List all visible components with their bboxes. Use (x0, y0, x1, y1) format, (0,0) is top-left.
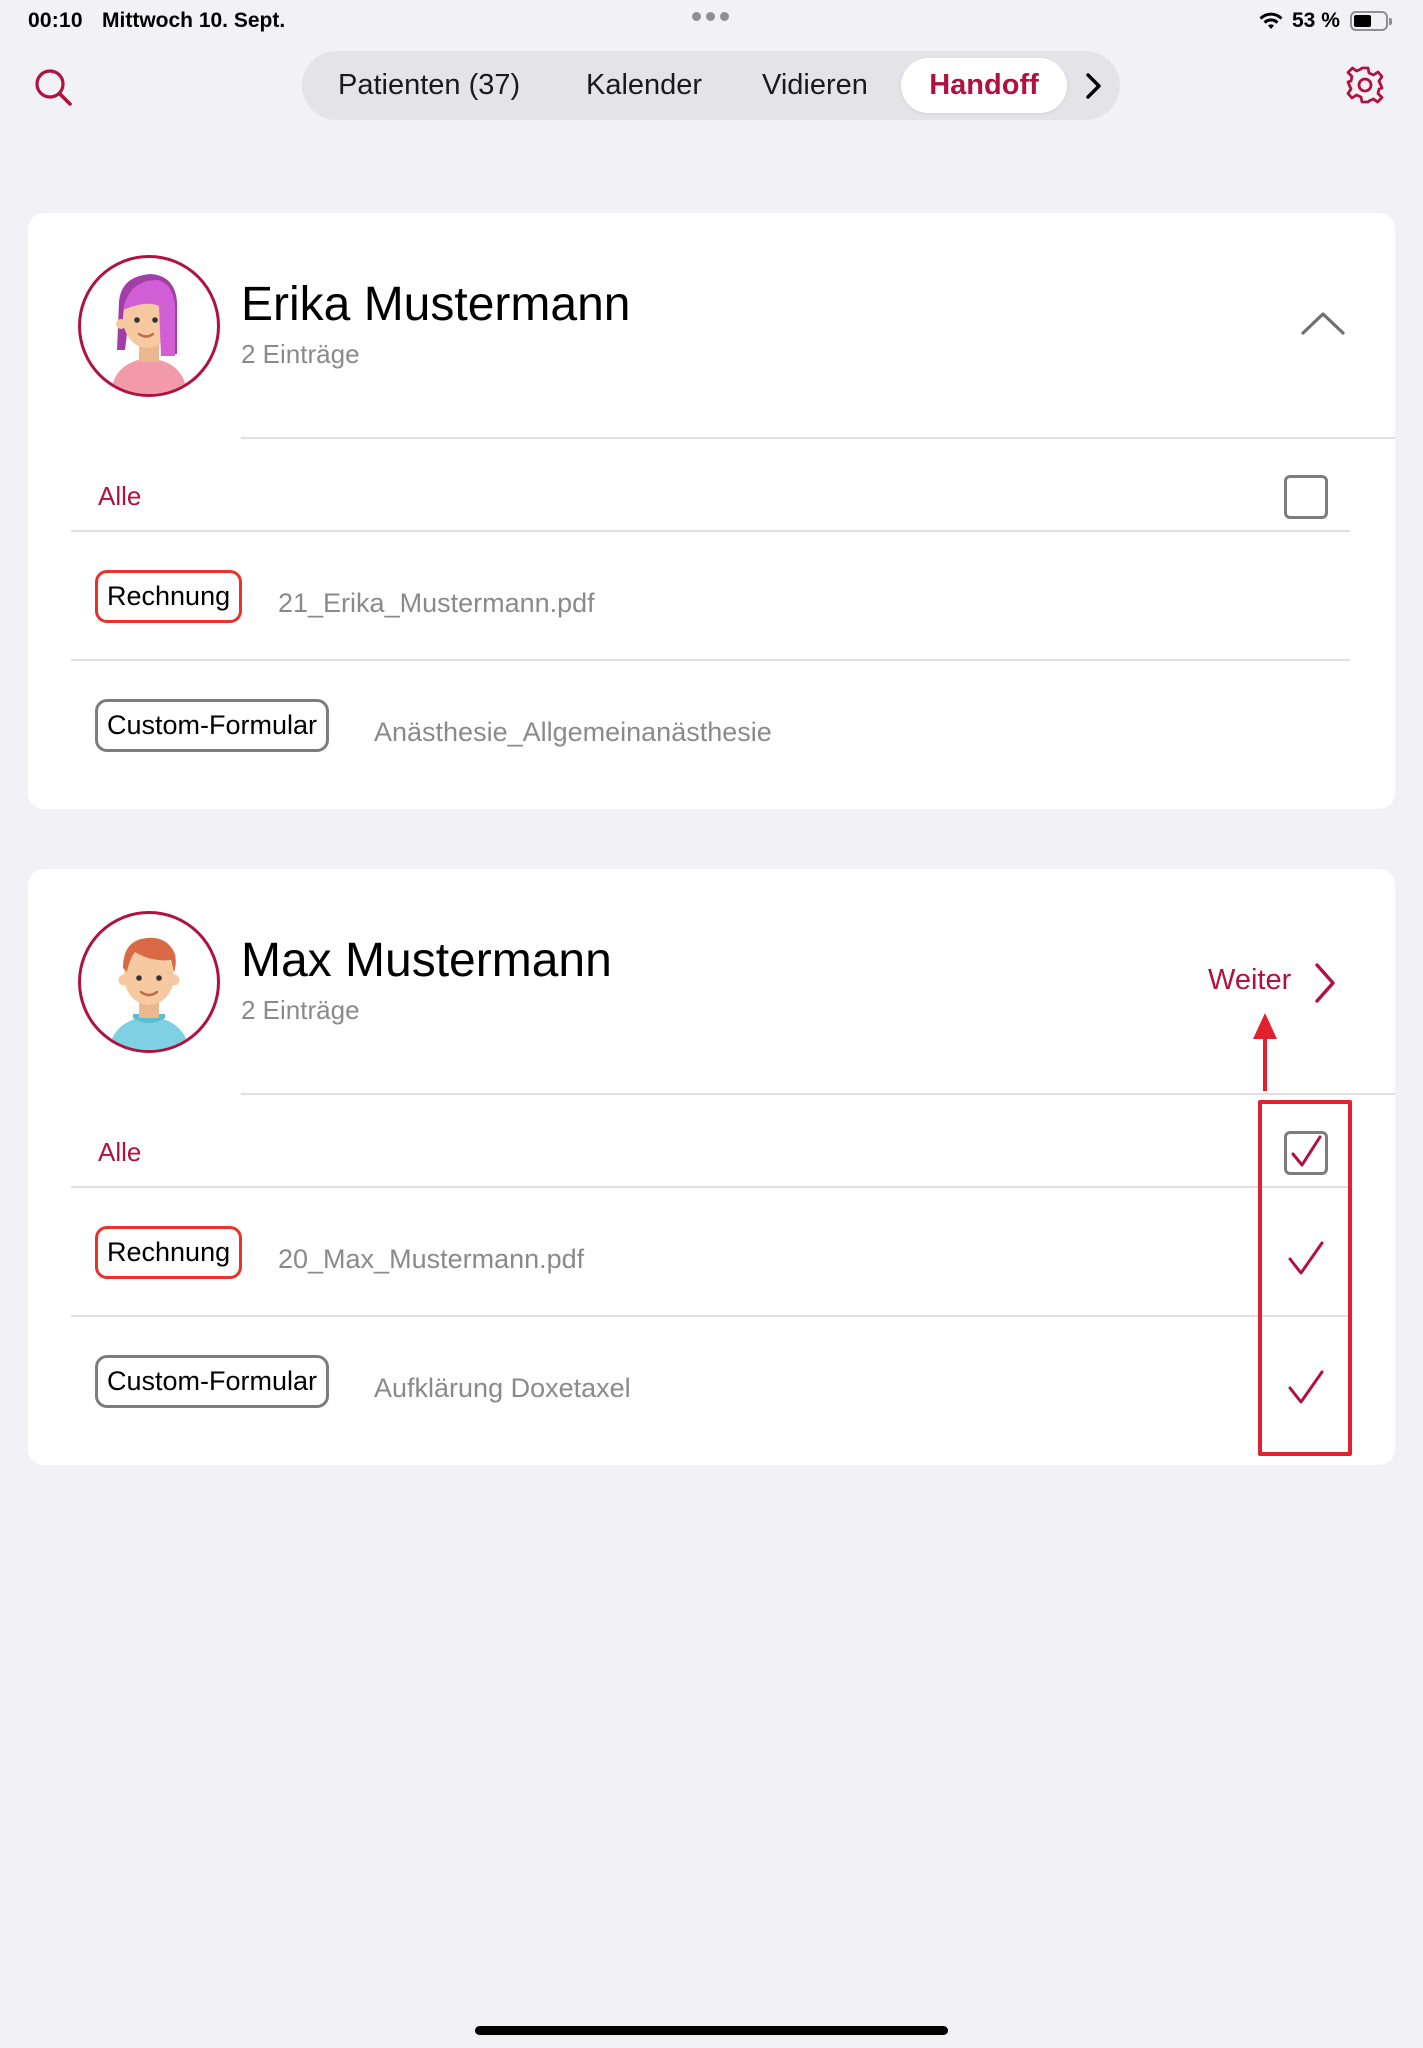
avatar (78, 255, 220, 397)
chevron-right-icon[interactable] (1080, 71, 1108, 101)
entry-filename[interactable]: 20_Max_Mustermann.pdf (278, 1244, 584, 1275)
home-indicator[interactable] (475, 2026, 948, 2035)
avatar (78, 911, 220, 1053)
divider (71, 530, 1350, 532)
entry-filename[interactable]: Aufklärung Doxetaxel (374, 1373, 631, 1404)
divider (241, 437, 1395, 439)
multitasking-dots-icon[interactable] (692, 12, 729, 21)
entry-tag-rechnung: Rechnung (95, 1226, 243, 1279)
entry-count: 2 Einträge (241, 995, 360, 1025)
entry-tag-custom-formular: Custom-Formular (95, 1355, 330, 1408)
patient-name: Max Mustermann (241, 934, 612, 987)
tab-patienten[interactable]: Patienten (37) (338, 51, 520, 120)
select-all-label[interactable]: Alle (98, 1137, 141, 1168)
status-bar: 00:10 Mittwoch 10. Sept. 53 % (0, 0, 1423, 44)
divider (241, 1093, 1395, 1095)
search-button[interactable] (32, 66, 76, 110)
select-all-label[interactable]: Alle (98, 481, 141, 512)
entry-tag-rechnung: Rechnung (95, 570, 243, 623)
select-all-checkbox[interactable] (1284, 475, 1328, 519)
weiter-button[interactable]: Weiter (1208, 964, 1291, 997)
patient-name: Erika Mustermann (241, 278, 631, 331)
avatar-female-image (111, 274, 187, 394)
avatar-male-image (109, 937, 189, 1050)
chevron-right-icon[interactable] (1313, 961, 1337, 1005)
gear-icon (1346, 66, 1384, 104)
patient-card: Max Mustermann 2 Einträge Weiter Alle Re… (28, 869, 1395, 1465)
battery-percentage: 53 % (1292, 9, 1340, 32)
entry-tag-custom-formular: Custom-Formular (95, 699, 330, 752)
annotation-arrow-icon (1253, 1013, 1277, 1091)
entry-filename[interactable]: Anästhesie_Allgemeinanästhesie (374, 717, 772, 748)
status-date: Mittwoch 10. Sept. (102, 9, 286, 32)
tab-handoff[interactable]: Handoff (901, 58, 1067, 113)
tab-kalender[interactable]: Kalender (586, 51, 702, 120)
wifi-icon (1259, 12, 1283, 29)
settings-button[interactable] (1345, 65, 1389, 109)
divider (71, 659, 1350, 661)
status-time: 00:10 (28, 9, 83, 32)
tab-vidieren[interactable]: Vidieren (762, 51, 868, 120)
chevron-up-icon[interactable] (1300, 308, 1346, 338)
annotation-highlight-box (1258, 1100, 1352, 1456)
divider (71, 1315, 1350, 1317)
main-tab-bar: Patienten (37) Kalender Vidieren Handoff (302, 51, 1120, 120)
divider (71, 1186, 1350, 1188)
battery-icon (1350, 11, 1392, 31)
patient-card: Erika Mustermann 2 Einträge Alle Rechnun… (28, 213, 1395, 809)
entry-filename[interactable]: 21_Erika_Mustermann.pdf (278, 588, 595, 619)
entry-count: 2 Einträge (241, 339, 360, 369)
search-icon (35, 69, 72, 106)
